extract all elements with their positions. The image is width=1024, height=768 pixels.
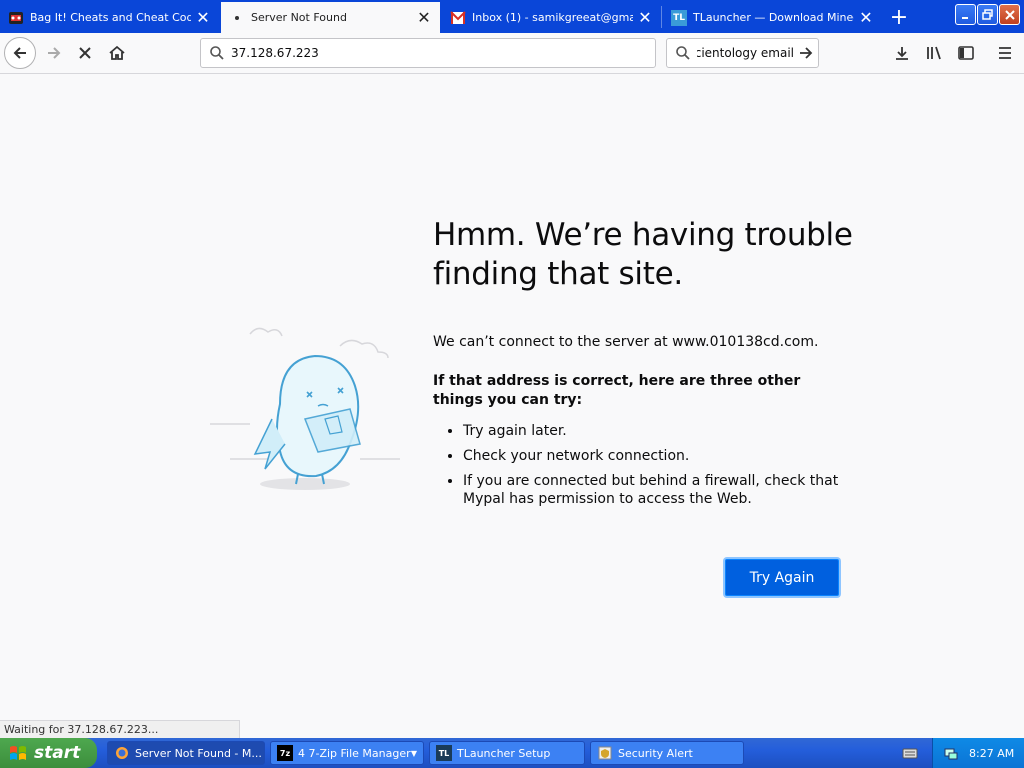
close-icon [1004,9,1015,20]
error-description: We can’t connect to the server at www.01… [433,334,819,350]
tab-title: TLauncher — Download Minecraft [693,11,854,24]
tab-strip: Bag It! Cheats and Cheat Codes, ✕ Server… [0,0,1024,33]
gmail-icon [450,10,466,26]
game-icon [8,10,24,26]
taskbar-item-label: Security Alert [618,746,693,760]
sidebar-button[interactable] [950,37,982,69]
stop-icon [79,47,91,59]
library-button[interactable] [918,37,950,69]
hamburger-menu-icon [999,47,1011,59]
taskbar-item-security-alert[interactable]: Security Alert [590,741,744,765]
7zip-icon: 7z [277,745,293,761]
restore-button[interactable] [977,4,998,25]
windows-logo-icon [10,746,26,760]
close-tab-icon[interactable]: ✕ [416,8,432,27]
keyboard-icon[interactable] [902,745,918,765]
downloads-button[interactable] [886,37,918,69]
list-item: Check your network connection. [463,447,853,465]
search-icon [676,46,690,60]
list-item: If you are connected but behind a firewa… [463,472,853,508]
taskbar-item-label: 4 7-Zip File Manager [298,746,411,760]
dot-icon [229,10,245,26]
clock[interactable]: 8:27 AM [969,747,1014,760]
taskbar-item-label: TLauncher Setup [457,746,551,760]
arrow-right-icon [800,47,813,59]
home-button[interactable] [101,37,133,69]
download-icon [896,47,908,60]
network-icon[interactable] [943,745,959,761]
tab-title: Inbox (1) - samikgreeat@gmail.co [472,11,633,24]
tab-bag-it[interactable]: Bag It! Cheats and Cheat Codes, ✕ [0,2,219,33]
close-tab-icon[interactable]: ✕ [858,8,874,27]
error-subheading: If that address is correct, here are thr… [433,373,801,408]
nav-toolbar: 37.128.67.223 scientology email [0,33,1024,74]
taskbar: start Server Not Found - M... 7z 4 7-Zip… [0,738,1024,768]
search-go-button[interactable] [794,45,818,61]
error-page: Hmm. We’re having trouble finding that s… [0,74,1024,738]
tab-server-not-found[interactable]: Server Not Found ✕ [221,2,440,33]
list-item: Try again later. [463,422,853,440]
menu-button[interactable] [989,37,1021,69]
tl-icon: TL [671,9,687,26]
search-bar[interactable]: scientology email [666,38,819,68]
start-label: start [34,743,81,763]
suggestion-list: Try again later. Check your network conn… [433,422,853,508]
sidebar-icon [958,46,974,60]
group-arrow-icon: ▼ [410,748,417,758]
search-text: scientology email [697,46,794,60]
taskbar-item-label: Server Not Found - M... [135,746,262,760]
minimize-icon [961,16,968,19]
start-button[interactable]: start [0,738,97,768]
confused-creature-illustration [210,327,400,490]
error-title: Hmm. We’re having trouble finding that s… [433,217,853,292]
url-bar[interactable]: 37.128.67.223 [200,38,656,68]
tl-icon: TL [436,745,452,761]
tab-inbox[interactable]: Inbox (1) - samikgreeat@gmail.co ✕ [442,2,661,33]
taskbar-item-browser[interactable]: Server Not Found - M... [107,741,265,765]
search-icon [210,46,224,60]
try-again-button[interactable]: Try Again [725,559,839,596]
status-text: Waiting for 37.128.67.223... [0,720,240,738]
library-icon [927,46,941,60]
stop-loading-button[interactable] [69,37,101,69]
system-tray: 8:27 AM [932,738,1024,768]
error-text-block: Hmm. We’re having trouble finding that s… [433,216,853,515]
taskbar-item-tlauncher[interactable]: TL TLauncher Setup [429,741,585,765]
tab-separator [661,6,662,28]
tab-tlauncher[interactable]: TL TLauncher — Download Minecraft ✕ [663,2,882,33]
new-tab-button[interactable]: + [884,2,914,32]
back-arrow-icon [13,47,26,59]
tab-title: Server Not Found [251,11,347,24]
close-window-button[interactable] [999,4,1020,25]
security-icon [597,745,613,761]
minimize-button[interactable] [955,4,976,25]
back-button[interactable] [4,37,36,69]
close-tab-icon[interactable]: ✕ [637,8,653,27]
home-icon [109,45,125,60]
forward-button[interactable] [38,37,70,69]
restore-icon [982,9,993,20]
forward-arrow-icon [48,47,61,59]
close-tab-icon[interactable]: ✕ [195,8,211,27]
url-text: 37.128.67.223 [231,46,319,60]
taskbar-item-7zip[interactable]: 7z 4 7-Zip File Manager ▼ [270,741,424,765]
tab-title: Bag It! Cheats and Cheat Codes, [30,11,191,24]
browser-icon [114,745,130,761]
